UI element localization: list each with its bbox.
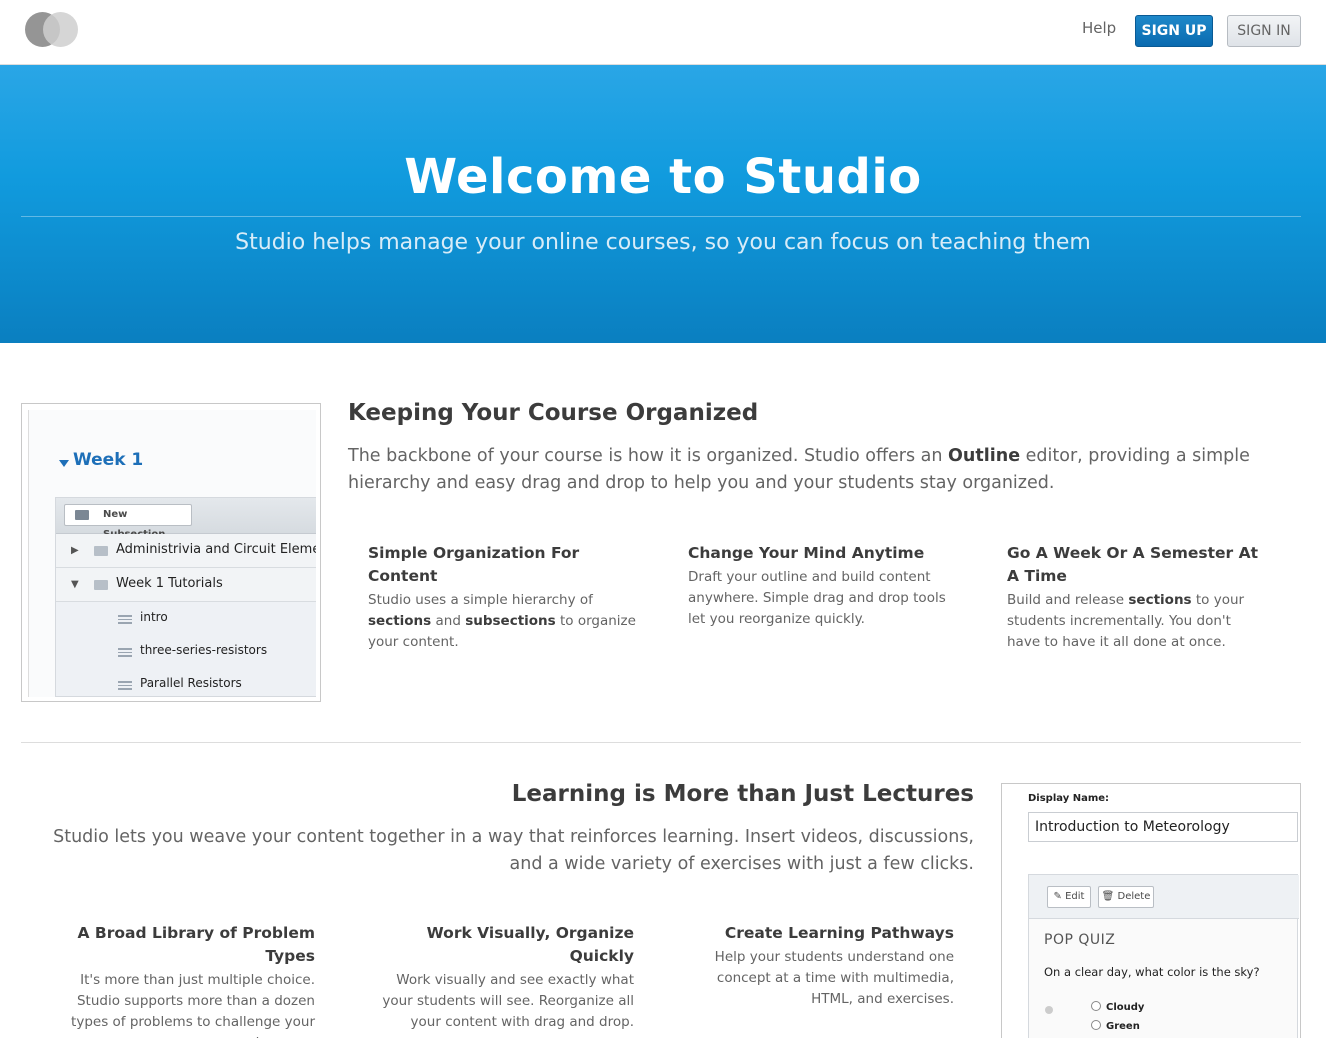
folder-icon xyxy=(94,546,108,556)
outline-row: ▼ Week 1 Tutorials xyxy=(56,568,316,602)
hero-title: Welcome to Studio xyxy=(404,149,922,205)
feature-text: Draft your outline and build content any… xyxy=(688,569,946,627)
edit-button: ✎ Edit xyxy=(1047,886,1091,908)
quiz-question: On a clear day, what color is the sky? xyxy=(1044,965,1260,979)
feature-text: Help your students understand one concep… xyxy=(714,949,954,1007)
component-preview: ✎ Edit 🗑 Delete POP QUIZ On a clear day,… xyxy=(1028,874,1299,1038)
new-subsection-bar: New Subsection xyxy=(56,498,316,540)
site-header: Help SIGN UP SIGN IN xyxy=(0,0,1326,65)
feature-text: Studio uses a simple hierarchy of sectio… xyxy=(368,592,636,650)
week-heading: Week 1 xyxy=(73,450,144,470)
feature-title: Work Visually, Organize Quickly xyxy=(426,924,634,965)
feature-title: Go A Week Or A Semester At A Time xyxy=(1007,544,1258,585)
list-icon xyxy=(118,681,132,690)
outline-row: three-series-resistors xyxy=(56,635,316,669)
expand-triangle-icon xyxy=(59,460,69,467)
hero-subtitle: Studio helps manage your online courses,… xyxy=(235,230,1091,255)
trash-icon: 🗑 xyxy=(1101,891,1118,902)
feature-work-visually: Work Visually, Organize Quickly Work vis… xyxy=(364,922,634,1033)
feature-title: Create Learning Pathways xyxy=(724,924,954,942)
desc-bold: Outline xyxy=(948,446,1021,466)
bullet-dot xyxy=(1045,1006,1053,1014)
outline-row-label: intro xyxy=(140,610,168,624)
expanded-arrow-icon: ▼ xyxy=(71,579,79,590)
studio-logo[interactable] xyxy=(25,12,79,48)
outline-row-label: Week 1 Tutorials xyxy=(116,576,223,591)
outline-list: New Subsection ▶ Administrivia and Circu… xyxy=(55,497,316,697)
outline-row-label: three-series-resistors xyxy=(140,643,268,657)
delete-button: 🗑 Delete xyxy=(1098,886,1154,908)
quiz-title: POP QUIZ xyxy=(1044,932,1116,948)
list-icon xyxy=(118,615,132,624)
feature-title: Simple Organization For Content xyxy=(368,544,580,585)
pencil-icon: ✎ xyxy=(1053,891,1066,902)
hero-divider xyxy=(21,216,1301,217)
folder-add-icon xyxy=(75,510,89,520)
new-subsection-button: New Subsection xyxy=(64,504,192,540)
feature-change-mind: Change Your Mind Anytime Draft your outl… xyxy=(688,542,958,630)
outline-row-label: Administrivia and Circuit Eleme xyxy=(116,542,316,557)
radio-icon xyxy=(1091,1020,1101,1030)
feature-simple-organization: Simple Organization For Content Studio u… xyxy=(368,542,638,653)
feature-title: A Broad Library of Problem Types xyxy=(77,924,316,965)
desc-text: The backbone of your course is how it is… xyxy=(348,446,949,466)
outline-row: intro xyxy=(56,602,316,636)
folder-icon xyxy=(94,580,108,590)
display-name-label: Display Name: xyxy=(1028,793,1110,804)
quiz-option: Cloudy xyxy=(1091,1001,1144,1013)
section-divider xyxy=(21,742,1301,743)
outline-screenshot: Week 1 New Subsection ▶ Administrivia an… xyxy=(21,403,321,702)
section-title-organized: Keeping Your Course Organized xyxy=(348,400,759,426)
feature-text: Work visually and see exactly what your … xyxy=(382,972,634,1030)
list-icon xyxy=(118,648,132,657)
logo-circle-light xyxy=(43,12,78,47)
feature-problem-types: A Broad Library of Problem Types It's mo… xyxy=(45,922,315,1038)
display-name-field: Introduction to Meteorology xyxy=(1028,812,1298,842)
feature-text: It's more than just multiple choice. Stu… xyxy=(71,972,315,1038)
feature-learning-pathways: Create Learning Pathways Help your stude… xyxy=(684,922,954,1010)
outline-row-label: Parallel Resistors xyxy=(140,676,242,690)
sign-in-button[interactable]: SIGN IN xyxy=(1227,15,1301,47)
component-toolbar: ✎ Edit 🗑 Delete xyxy=(1029,875,1299,919)
section-desc-organized: The backbone of your course is how it is… xyxy=(348,443,1303,497)
component-editor-screenshot: Display Name: Introduction to Meteorolog… xyxy=(1001,783,1301,1038)
quiz-option: Green xyxy=(1091,1020,1140,1032)
section-title-learning: Learning is More than Just Lectures xyxy=(511,781,974,807)
outline-screenshot-frame: Week 1 New Subsection ▶ Administrivia an… xyxy=(28,410,316,697)
hero-banner: Welcome to Studio Studio helps manage yo… xyxy=(0,65,1326,343)
help-link[interactable]: Help xyxy=(1082,19,1116,37)
outline-row: ▶ Administrivia and Circuit Eleme xyxy=(56,534,316,568)
sign-up-button[interactable]: SIGN UP xyxy=(1135,15,1213,47)
feature-title: Change Your Mind Anytime xyxy=(688,544,925,562)
radio-icon xyxy=(1091,1001,1101,1011)
collapsed-arrow-icon: ▶ xyxy=(71,545,79,556)
feature-week-or-semester: Go A Week Or A Semester At A Time Build … xyxy=(1007,542,1267,653)
feature-text: Build and release sections to your stude… xyxy=(1007,592,1245,650)
outline-row: Parallel Resistors xyxy=(56,668,316,697)
section-desc-learning: Studio lets you weave your content toget… xyxy=(53,827,974,874)
